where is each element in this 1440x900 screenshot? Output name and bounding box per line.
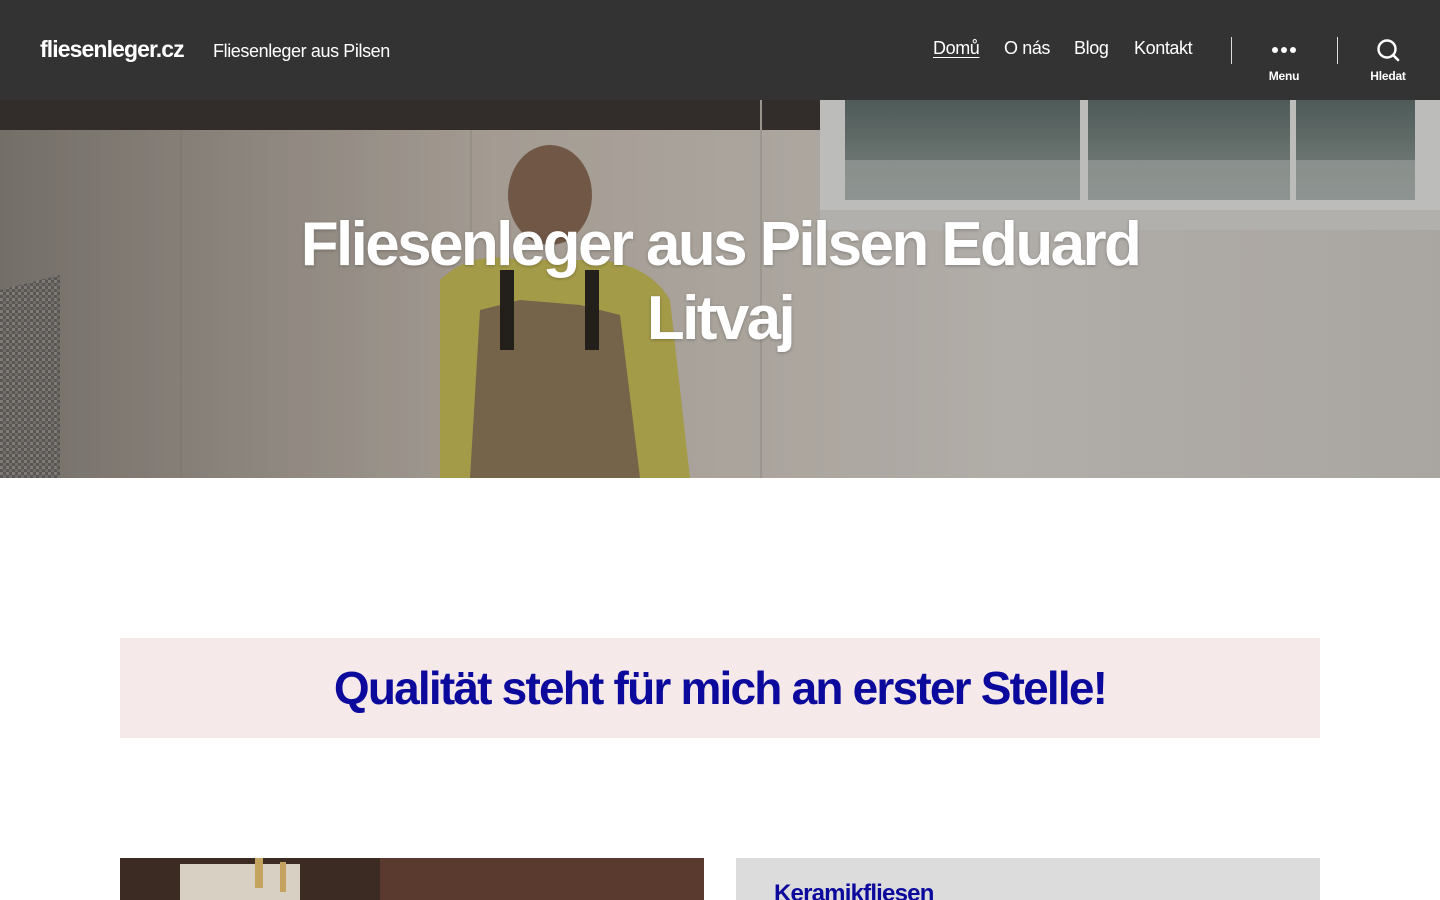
quality-heading: Qualität steht für mich an erster Stelle… xyxy=(333,662,1108,714)
search-toggle-button[interactable]: Hledat xyxy=(1362,36,1414,84)
nav-link-blog[interactable]: Blog xyxy=(1074,38,1109,59)
header-divider xyxy=(1337,37,1338,64)
tiling-photo xyxy=(120,858,704,900)
menu-toggle-button[interactable]: Menu xyxy=(1256,36,1312,84)
site-header: fliesenleger.cz Fliesenleger aus Pilsen … xyxy=(0,0,1440,100)
hero-title: Fliesenleger aus Pilsen Eduard Litvaj xyxy=(300,210,1142,353)
nav-link-o-nas[interactable]: O nás xyxy=(1004,38,1050,59)
quality-banner: Qualität steht für mich an erster Stelle… xyxy=(120,638,1320,738)
primary-navigation: Domů O nás Blog Kontakt xyxy=(0,38,1440,62)
feature-card: Keramikfliesen xyxy=(736,858,1320,900)
menu-toggle-label: Menu xyxy=(1268,69,1300,83)
nav-link-kontakt[interactable]: Kontakt xyxy=(1134,38,1193,59)
nav-link-domu[interactable]: Domů xyxy=(933,38,980,59)
header-divider xyxy=(1231,37,1232,64)
ellipsis-icon xyxy=(1256,39,1312,61)
hero-cover: Fliesenleger aus Pilsen Eduard Litvaj xyxy=(0,100,1440,478)
card-heading: Keramikfliesen xyxy=(774,880,934,900)
search-toggle-label: Hledat xyxy=(1370,69,1406,83)
search-icon xyxy=(1362,39,1414,62)
